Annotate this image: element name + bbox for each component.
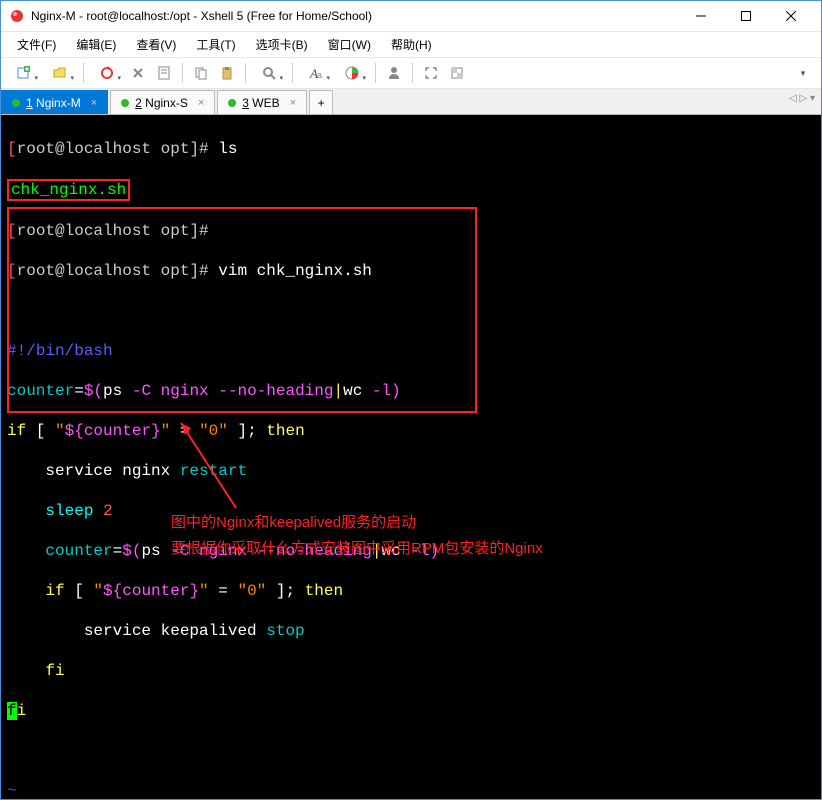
terminal-line: fi xyxy=(7,661,815,681)
font-button[interactable]: Aa xyxy=(299,61,333,85)
tab-nginx-m[interactable]: 1 Nginx-M × xyxy=(1,90,108,114)
annotation-text: 图中的Nginx和keepalived服务的启动 要根据你采取什么方式安装图中采… xyxy=(171,510,543,562)
tab-label: 2 Nginx-S xyxy=(135,96,188,110)
toolbar-sep xyxy=(412,63,413,83)
svg-text:a: a xyxy=(317,70,322,80)
open-button[interactable] xyxy=(43,61,77,85)
status-dot-icon xyxy=(121,99,129,107)
toolbar-sep xyxy=(83,63,84,83)
tab-nginx-s[interactable]: 2 Nginx-S × xyxy=(110,90,215,114)
terminal-line xyxy=(7,301,815,321)
titlebar: Nginx-M - root@localhost:/opt - Xshell 5… xyxy=(1,1,821,31)
menu-window[interactable]: 窗口(W) xyxy=(320,34,379,55)
terminal-line: [root@localhost opt]# xyxy=(7,221,815,241)
terminal-line: [root@localhost opt]# ls xyxy=(7,139,815,159)
toolbar-sep xyxy=(375,63,376,83)
tabbar: 1 Nginx-M × 2 Nginx-S × 3 WEB × + ◁ ▷ ▾ xyxy=(1,89,821,115)
toolbar-sep xyxy=(292,63,293,83)
tab-web[interactable]: 3 WEB × xyxy=(217,90,307,114)
toolbar-overflow[interactable]: ▾ xyxy=(791,61,815,85)
find-button[interactable] xyxy=(252,61,286,85)
tab-label: 1 Nginx-M xyxy=(26,96,81,110)
terminal[interactable]: [root@localhost opt]# ls chk_nginx.sh [r… xyxy=(1,115,821,799)
reconnect-button[interactable] xyxy=(90,61,124,85)
user-button[interactable] xyxy=(382,61,406,85)
toolbar-sep xyxy=(245,63,246,83)
tab-close-icon[interactable]: × xyxy=(91,97,97,109)
terminal-line: fi xyxy=(7,701,815,721)
window-title: Nginx-M - root@localhost:/opt - Xshell 5… xyxy=(31,9,678,23)
menu-help[interactable]: 帮助(H) xyxy=(383,34,440,55)
minimize-button[interactable] xyxy=(678,1,723,31)
tab-close-icon[interactable]: × xyxy=(290,97,296,109)
toolbar-sep xyxy=(182,63,183,83)
terminal-line: #!/bin/bash xyxy=(7,341,815,361)
menu-tabs[interactable]: 选项卡(B) xyxy=(248,34,316,55)
tab-label: 3 WEB xyxy=(242,96,279,110)
toolbar: Aa ▾ xyxy=(1,57,821,89)
close-button[interactable] xyxy=(768,1,813,31)
status-dot-icon xyxy=(12,99,20,107)
terminal-line: service keepalived stop xyxy=(7,621,815,641)
menu-tools[interactable]: 工具(T) xyxy=(188,34,243,55)
terminal-line: [root@localhost opt]# vim chk_nginx.sh xyxy=(7,261,815,281)
fullscreen-button[interactable] xyxy=(419,61,443,85)
transparent-button[interactable] xyxy=(445,61,469,85)
maximize-button[interactable] xyxy=(723,1,768,31)
color-button[interactable] xyxy=(335,61,369,85)
menu-file[interactable]: 文件(F) xyxy=(9,34,64,55)
paste-button[interactable] xyxy=(215,61,239,85)
tab-close-icon[interactable]: × xyxy=(198,97,204,109)
copy-button[interactable] xyxy=(189,61,213,85)
terminal-line: if [ "${counter}" = "0" ]; then xyxy=(7,421,815,441)
tab-new-button[interactable]: + xyxy=(309,90,333,114)
new-session-button[interactable] xyxy=(7,61,41,85)
app-icon xyxy=(9,8,25,24)
terminal-line: service nginx restart xyxy=(7,461,815,481)
vim-tilde: ~ xyxy=(7,781,815,799)
properties-button[interactable] xyxy=(152,61,176,85)
status-dot-icon xyxy=(228,99,236,107)
terminal-line xyxy=(7,741,815,761)
tab-nav[interactable]: ◁ ▷ ▾ xyxy=(789,93,815,104)
terminal-line: counter=$(ps -C nginx --no-heading|wc -l… xyxy=(7,381,815,401)
menu-view[interactable]: 查看(V) xyxy=(128,34,184,55)
menu-edit[interactable]: 编辑(E) xyxy=(68,34,124,55)
terminal-line: if [ "${counter}" = "0" ]; then xyxy=(7,581,815,601)
menubar: 文件(F) 编辑(E) 查看(V) 工具(T) 选项卡(B) 窗口(W) 帮助(… xyxy=(1,31,821,57)
terminal-line: chk_nginx.sh xyxy=(7,179,815,201)
disconnect-button[interactable] xyxy=(126,61,150,85)
